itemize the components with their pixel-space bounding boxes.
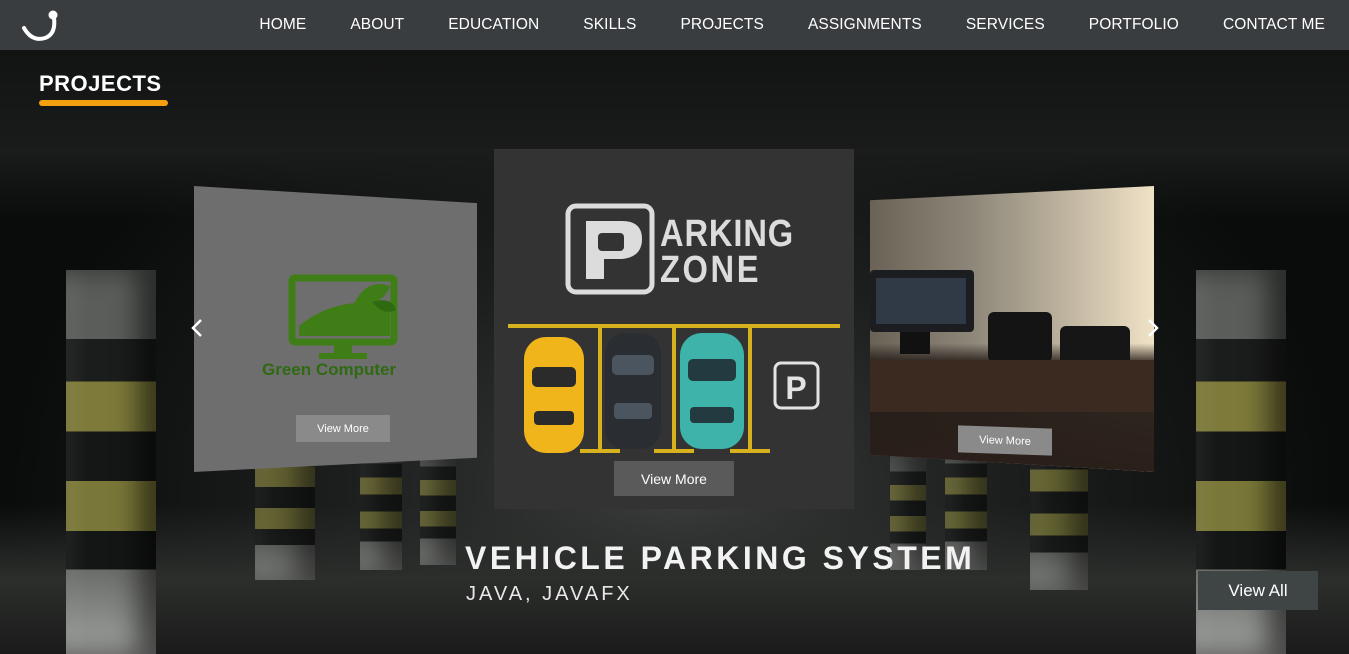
green-computer-label: Green Computer — [262, 360, 397, 379]
lot-badge: P — [785, 370, 806, 406]
nav-portfolio[interactable]: PORTFOLIO — [1089, 16, 1179, 34]
title-underline — [39, 100, 168, 106]
nav-about[interactable]: ABOUT — [350, 16, 404, 34]
nav-skills[interactable]: SKILLS — [583, 16, 636, 34]
nav-contact[interactable]: CONTACT ME — [1223, 16, 1325, 34]
project-tech: JAVA, JAVAFX — [466, 583, 633, 605]
top-navbar: HOME ABOUT EDUCATION SKILLS PROJECTS ASS… — [0, 0, 1349, 50]
nav-projects[interactable]: PROJECTS — [680, 16, 763, 34]
nav-education[interactable]: EDUCATION — [448, 16, 539, 34]
nav-services[interactable]: SERVICES — [966, 16, 1045, 34]
nav-links: HOME ABOUT EDUCATION SKILLS PROJECTS ASS… — [215, 0, 1325, 50]
chevron-left-icon[interactable] — [188, 316, 208, 340]
section-title: PROJECTS — [39, 71, 162, 96]
parking-logo-line2: ZONE — [660, 249, 762, 291]
view-more-button[interactable]: View More — [296, 415, 390, 442]
hook-logo-icon[interactable] — [20, 8, 60, 42]
project-card-pos-system[interactable]: View More — [870, 186, 1154, 472]
parking-zone-art: P — [508, 203, 840, 453]
view-all-button[interactable]: View All — [1198, 571, 1318, 610]
section-heading: PROJECTS — [39, 71, 168, 106]
view-more-button[interactable]: View More — [958, 425, 1052, 456]
project-card-parking-zone[interactable]: P ARKING ZONE View More — [494, 149, 854, 509]
project-title: VEHICLE PARKING SYSTEM — [465, 540, 976, 576]
nav-home[interactable]: HOME — [259, 16, 306, 34]
nav-assignments[interactable]: ASSIGNMENTS — [808, 16, 922, 34]
view-more-button[interactable]: View More — [614, 461, 734, 496]
chevron-right-icon[interactable] — [1142, 316, 1162, 340]
project-card-green-computer[interactable]: Green Computer View More — [194, 186, 477, 472]
